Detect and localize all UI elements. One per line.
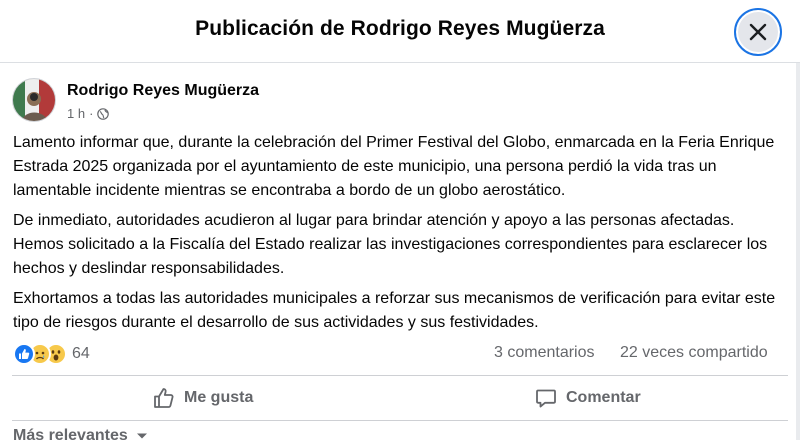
- dialog-header: Publicación de Rodrigo Reyes Mugüerza: [0, 0, 800, 63]
- post-paragraph: Exhortamos a todas las autoridades munic…: [13, 290, 776, 331]
- meta-separator: ·: [89, 106, 94, 121]
- like-label: Me gusta: [184, 389, 254, 406]
- dialog-title: Publicación de Rodrigo Reyes Mugüerza: [195, 17, 605, 40]
- post-actions-bar: Me gusta Comentar: [12, 375, 788, 421]
- post-meta: 1 h ·: [67, 106, 110, 121]
- comment-label: Comentar: [566, 389, 641, 406]
- avatar[interactable]: [12, 78, 56, 122]
- comment-button[interactable]: Comentar: [535, 379, 641, 417]
- post-time[interactable]: 1 h: [67, 106, 85, 121]
- post-paragraph: Lamento informar que, durante la celebra…: [13, 134, 775, 199]
- scrollbar-track[interactable]: [796, 63, 800, 440]
- comments-count-link[interactable]: 3 comentarios: [494, 344, 595, 362]
- author-name[interactable]: Rodrigo Reyes Mugüerza: [67, 82, 259, 100]
- comment-icon: [536, 389, 556, 408]
- chevron-down-icon: [136, 433, 147, 439]
- like-button[interactable]: Me gusta: [153, 379, 253, 417]
- close-button[interactable]: [734, 8, 782, 56]
- reaction-count: 64: [72, 345, 90, 362]
- profile-photo-icon: [13, 79, 55, 121]
- sort-label: Más relevantes: [13, 427, 128, 440]
- globe-icon[interactable]: [97, 107, 110, 120]
- post-paragraph: De inmediato, autoridades acudieron al l…: [13, 212, 768, 277]
- shares-count-link[interactable]: 22 veces compartido: [620, 344, 768, 362]
- comments-sort-dropdown[interactable]: Más relevantes: [13, 427, 148, 440]
- like-icon: [13, 343, 35, 365]
- thumbs-up-icon: [154, 388, 174, 408]
- reactions-summary[interactable]: 64: [13, 342, 90, 366]
- close-icon: [749, 23, 767, 41]
